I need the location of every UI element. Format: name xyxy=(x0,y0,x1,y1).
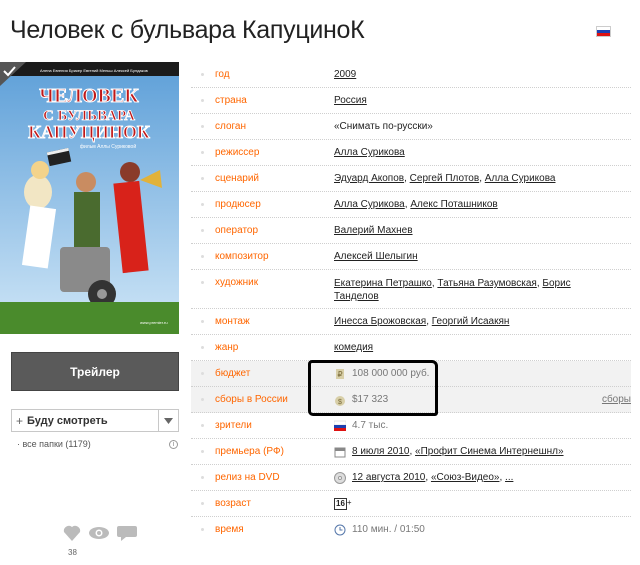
movie-poster[interactable]: Алена Евгения Брикер Евгений Меньш Алекс… xyxy=(0,62,179,334)
plus-icon: + xyxy=(16,413,24,428)
box-office-details-link[interactable]: сборы xyxy=(602,394,631,405)
slogan-label: слоган xyxy=(215,121,247,132)
box-office-value: $17 323 xyxy=(352,394,389,405)
duration-value: 110 мин. / 01:50 xyxy=(352,524,425,535)
row-operator: оператор Валерий Махнев xyxy=(191,218,631,244)
row-age: возраст 16 + xyxy=(191,491,631,517)
russia-flag-icon[interactable] xyxy=(596,26,611,37)
row-slogan: слоган «Снимать по-русски» xyxy=(191,114,631,140)
poster-tagline: фильм Аллы Суриковой xyxy=(80,143,136,150)
time-label: время xyxy=(215,524,244,535)
country-link[interactable]: Россия xyxy=(334,95,367,106)
poster-title-line3: КАПУЦИНОК xyxy=(28,122,150,142)
writer-link[interactable]: Алла Сурикова xyxy=(485,173,556,184)
heart-icon[interactable] xyxy=(62,524,82,541)
social-actions xyxy=(62,524,138,541)
folders-label: все папки (1179) xyxy=(22,439,91,449)
trailer-button[interactable]: Трейлер xyxy=(11,352,179,391)
viewers-value: 4.7 тыс. xyxy=(352,420,389,431)
svg-text:$: $ xyxy=(338,399,342,406)
editor-link[interactable]: Георгий Исаакян xyxy=(432,316,510,327)
eye-icon[interactable] xyxy=(88,526,110,540)
year-link[interactable]: 2009 xyxy=(334,69,356,80)
row-composer: композитор Алексей Шелыгин xyxy=(191,244,631,270)
writer-link[interactable]: Сергей Плотов xyxy=(410,173,480,184)
info-icon[interactable]: i xyxy=(169,440,178,449)
calendar-icon xyxy=(334,447,346,458)
age-rating-plus: + xyxy=(346,498,352,507)
writer-link[interactable]: Эдуард Акопов xyxy=(334,173,404,184)
editor-link[interactable]: Инесса Брожовская xyxy=(334,316,426,327)
row-country: страна Россия xyxy=(191,88,631,114)
year-label: год xyxy=(215,69,230,80)
premiere-label: премьера (РФ) xyxy=(215,446,284,457)
row-budget: бюджет ₽ 108 000 000 руб. xyxy=(191,361,631,387)
viewers-label: зрители xyxy=(215,420,252,431)
dvd-date-link[interactable]: 12 августа 2010 xyxy=(352,472,425,483)
comment-icon[interactable] xyxy=(116,525,138,541)
more-link[interactable]: ... xyxy=(505,472,513,483)
row-box-office: сборы в России $ $17 323 сборы xyxy=(191,387,631,413)
distributor-link[interactable]: «Профит Синема Интернешнл» xyxy=(415,446,563,457)
producer-link[interactable]: Алекс Поташников xyxy=(410,199,497,210)
all-folders-link[interactable]: · все папки (1179) xyxy=(17,439,91,449)
composer-link[interactable]: Алексей Шелыгин xyxy=(334,251,418,262)
money-bag-icon: $ xyxy=(335,396,345,406)
director-label: режиссер xyxy=(215,147,260,158)
dvd-label: релиз на DVD xyxy=(215,472,280,483)
dvd-disc-icon xyxy=(334,472,346,484)
artist-link[interactable]: Борис xyxy=(542,278,570,289)
operator-label: оператор xyxy=(215,225,259,236)
writers-label: сценарий xyxy=(215,173,259,184)
composer-label: композитор xyxy=(215,251,269,262)
producer-link[interactable]: Алла Сурикова xyxy=(334,199,405,210)
age-label: возраст xyxy=(215,498,251,509)
row-time: время 110 мин. / 01:50 xyxy=(191,517,631,543)
producers-label: продюсер xyxy=(215,199,261,210)
page-title: Человек с бульвара КапуциноК xyxy=(10,16,365,44)
dvd-distributor-link[interactable]: «Союз-Видео» xyxy=(431,472,500,483)
artists-label: художник xyxy=(215,277,259,288)
row-writers: сценарий Эдуард Акопов, Сергей Плотов, А… xyxy=(191,166,631,192)
row-dvd: релиз на DVD 12 августа 2010, «Союз-Виде… xyxy=(191,465,631,491)
russia-flag-icon xyxy=(334,420,346,431)
director-link[interactable]: Алла Сурикова xyxy=(334,147,405,158)
row-editing: монтаж Инесса Брожовская, Георгий Исаакя… xyxy=(191,309,631,335)
artist-link[interactable]: Татьяна Разумовская xyxy=(437,278,536,289)
operator-link[interactable]: Валерий Махнев xyxy=(334,225,413,236)
genre-label: жанр xyxy=(215,342,239,353)
svg-text:₽: ₽ xyxy=(337,370,342,379)
row-producers: продюсер Алла Сурикова, Алекс Поташников xyxy=(191,192,631,218)
editing-label: монтаж xyxy=(215,316,250,327)
row-genre: жанр комедия xyxy=(191,335,631,361)
watch-later-dropdown[interactable]: + Буду смотреть xyxy=(11,409,179,432)
row-premiere: премьера (РФ) 8 июля 2010, «Профит Синем… xyxy=(191,439,631,465)
svg-text:www.premier.ru: www.premier.ru xyxy=(140,320,168,325)
artist-link[interactable]: Танделов xyxy=(334,291,379,302)
premiere-date-link[interactable]: 8 июля 2010 xyxy=(352,446,409,457)
row-year: год 2009 xyxy=(191,62,631,88)
age-rating-badge: 16 xyxy=(334,498,347,510)
budget-ruble-icon: ₽ xyxy=(336,369,344,379)
artist-link[interactable]: Екатерина Петрашко xyxy=(334,278,432,289)
row-artists: художник Екатерина Петрашко, Татьяна Раз… xyxy=(191,270,631,309)
watch-later-label: Буду смотреть xyxy=(27,414,108,427)
slogan-value: «Снимать по-русски» xyxy=(334,121,433,132)
clock-icon xyxy=(334,524,346,536)
row-director: режиссер Алла Сурикова xyxy=(191,140,631,166)
genre-link[interactable]: комедия xyxy=(334,342,373,353)
checkmark-badge-icon[interactable] xyxy=(0,62,26,86)
box-office-label: сборы в России xyxy=(215,394,288,405)
budget-value: 108 000 000 руб. xyxy=(352,368,430,379)
budget-label: бюджет xyxy=(215,368,251,379)
dropdown-arrow-icon[interactable] xyxy=(158,410,178,431)
poster-title-line1: ЧЕЛОВЕК xyxy=(39,85,139,107)
row-viewers: зрители 4.7 тыс. xyxy=(191,413,631,439)
country-label: страна xyxy=(215,95,247,106)
svg-text:Алена Евгения Брикер Ев: Алена Евгения Брикер Евгений Меньш Алекс… xyxy=(40,68,148,73)
likes-count: 38 xyxy=(68,548,77,557)
movie-info-table: год 2009 страна Россия слоган «Снимать п… xyxy=(191,62,631,543)
